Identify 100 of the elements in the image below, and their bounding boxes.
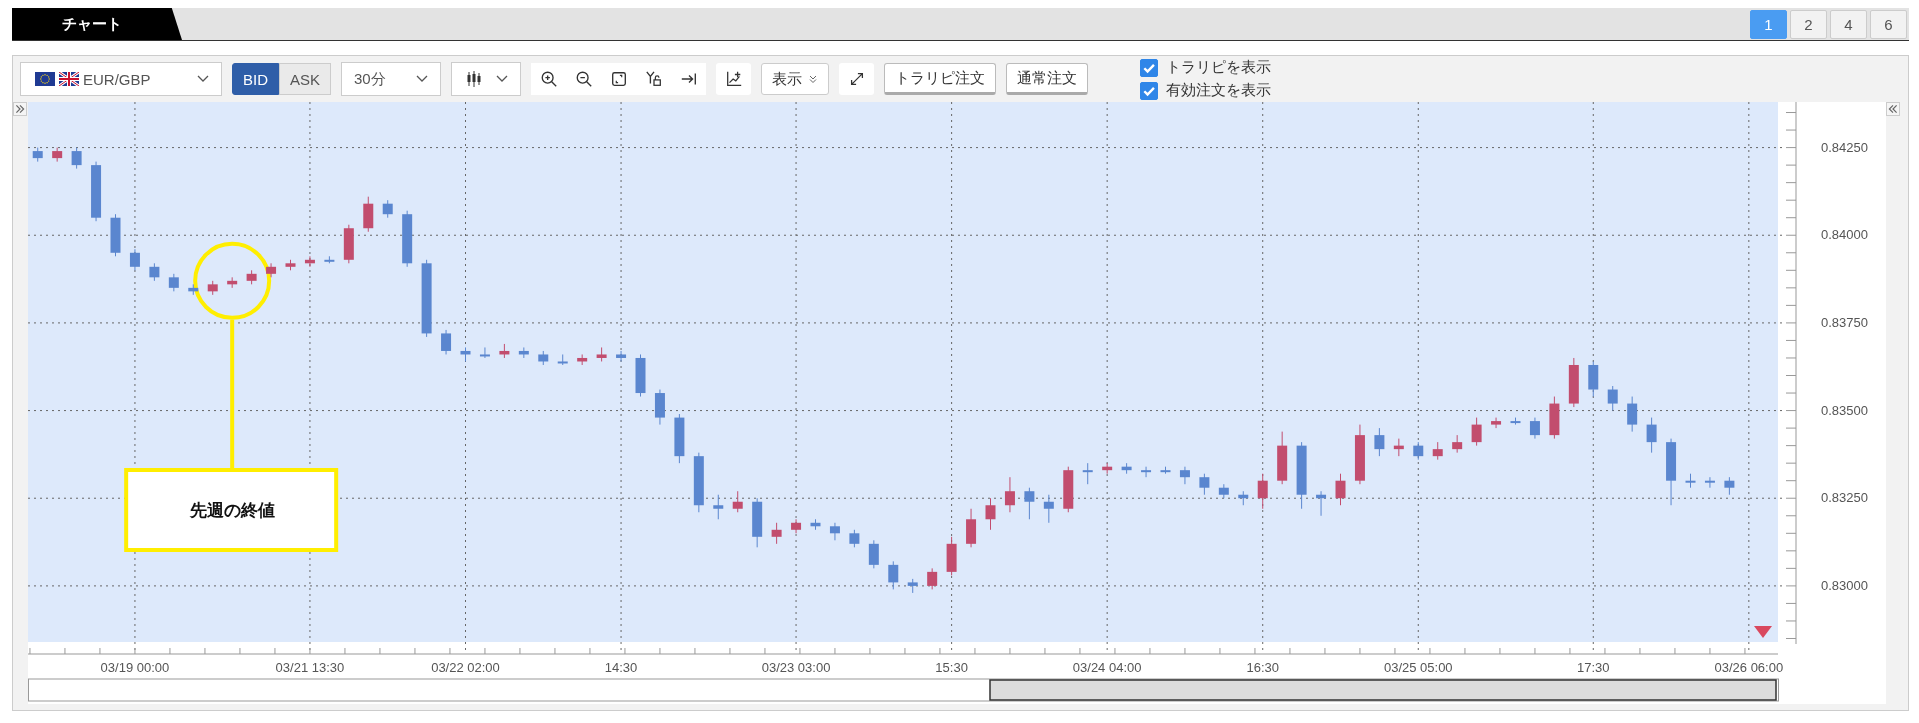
candlestick xyxy=(1257,473,1268,510)
candlestick xyxy=(1296,441,1307,510)
candlestick xyxy=(1549,396,1560,440)
layout-button[interactable]: 2 xyxy=(1790,9,1827,39)
x-axis-label: 14:30 xyxy=(604,660,638,675)
candlestick xyxy=(285,259,296,271)
candlestick xyxy=(1004,476,1015,513)
candlestick xyxy=(1491,417,1502,429)
expand-left-button[interactable] xyxy=(13,102,27,116)
x-axis-label: 03/25 05:00 xyxy=(1383,660,1453,675)
candlestick xyxy=(1529,417,1540,440)
candlestick xyxy=(1121,462,1132,475)
candlestick xyxy=(441,329,452,355)
candlestick xyxy=(849,529,860,548)
candlestick xyxy=(1316,490,1327,517)
candlestick xyxy=(927,567,938,590)
candlestick xyxy=(810,518,821,531)
candlestick xyxy=(1335,473,1346,506)
price-marker-icon xyxy=(1754,626,1772,638)
checkbox[interactable] xyxy=(1140,81,1159,100)
candlestick xyxy=(499,343,510,359)
candlestick xyxy=(246,269,257,285)
order-button[interactable]: 通常注文 xyxy=(1006,63,1089,95)
timeframe-select[interactable]: 30分 xyxy=(341,62,442,96)
candlestick xyxy=(304,255,315,268)
candlestick xyxy=(110,213,121,257)
candlestick xyxy=(1704,476,1715,489)
candlestick xyxy=(616,350,627,362)
x-axis-label: 03/24 04:00 xyxy=(1072,660,1142,675)
expand-icon[interactable] xyxy=(839,63,875,95)
order-button[interactable]: トラリピ注文 xyxy=(884,63,997,95)
candlestick xyxy=(1063,466,1074,513)
candlestick xyxy=(732,490,743,513)
candlestick xyxy=(1354,424,1365,485)
y-axis-label: 0.83000 xyxy=(1821,577,1868,593)
expand-right-button[interactable] xyxy=(1886,102,1900,116)
candlestick xyxy=(266,262,277,278)
x-axis-label: 17:30 xyxy=(1577,660,1610,675)
candlestick xyxy=(907,578,918,594)
price-side-button[interactable]: BID xyxy=(232,63,279,95)
candlestick xyxy=(791,518,802,534)
candlestick xyxy=(635,353,646,398)
candlestick xyxy=(654,389,665,426)
candlestick xyxy=(363,196,374,233)
checkbox-label: 有効注文を表示 xyxy=(1166,81,1272,100)
candlestick xyxy=(868,539,879,569)
candlestick xyxy=(771,522,782,545)
navigator-range-handle[interactable] xyxy=(989,679,1777,701)
candlestick xyxy=(1043,494,1054,524)
y-axis-label: 0.83250 xyxy=(1821,490,1868,506)
layout-button[interactable]: 4 xyxy=(1830,9,1867,39)
add-indicator-icon[interactable] xyxy=(716,63,752,95)
candlestick xyxy=(1471,417,1482,447)
candlestick xyxy=(1510,417,1521,426)
candlestick xyxy=(1724,476,1735,496)
x-axis-label: 03/19 00:00 xyxy=(100,660,170,675)
candlestick xyxy=(1588,361,1599,398)
x-axis-label: 15:30 xyxy=(935,660,968,675)
candlestick xyxy=(1393,438,1404,457)
candlestick xyxy=(693,452,704,513)
candlestick xyxy=(577,353,588,366)
chart-type-select[interactable] xyxy=(451,62,522,96)
layout-button[interactable]: 6 xyxy=(1870,9,1907,39)
y-axis-label: 0.83750 xyxy=(1821,314,1868,330)
currency-pair-select[interactable]: EUR/GBP xyxy=(20,62,222,96)
candlestick xyxy=(1024,487,1035,520)
candlestick xyxy=(343,224,354,264)
candlestick xyxy=(52,147,63,163)
uk-flag-icon xyxy=(59,72,79,86)
candlestick xyxy=(1432,441,1443,461)
candlestick xyxy=(460,346,471,362)
checkbox-label: トラリピを表示 xyxy=(1166,58,1272,77)
x-axis-label: 03/23 03:00 xyxy=(761,660,831,675)
candlestick xyxy=(1238,490,1249,506)
candlestick xyxy=(207,280,218,296)
candlestick xyxy=(1374,427,1385,457)
candlestick xyxy=(479,346,490,359)
candlestick xyxy=(188,283,199,296)
candlestick xyxy=(1082,462,1093,485)
candlestick xyxy=(324,255,335,264)
candlestick xyxy=(946,536,957,576)
checkbox[interactable] xyxy=(1140,58,1159,77)
candlestick xyxy=(888,560,899,590)
chevron-down-icon xyxy=(197,75,209,83)
price-side-button[interactable]: ASK xyxy=(279,63,332,95)
candlestick xyxy=(1452,434,1463,454)
candlestick xyxy=(1568,357,1579,408)
candlestick xyxy=(1413,441,1424,461)
display-menu-button[interactable]: 表示 xyxy=(761,63,830,95)
candlestick xyxy=(1160,466,1171,475)
candlestick xyxy=(168,273,179,292)
candlestick xyxy=(149,262,160,282)
candlestick xyxy=(752,497,763,548)
candlestick xyxy=(985,497,996,531)
candlestick xyxy=(1277,431,1288,485)
candlestick xyxy=(1627,396,1638,433)
eu-flag-icon xyxy=(35,72,55,86)
candlestick xyxy=(1666,438,1677,506)
chart-tab[interactable]: チャート xyxy=(12,8,182,40)
callout-text: 先週の終値 xyxy=(189,501,275,520)
